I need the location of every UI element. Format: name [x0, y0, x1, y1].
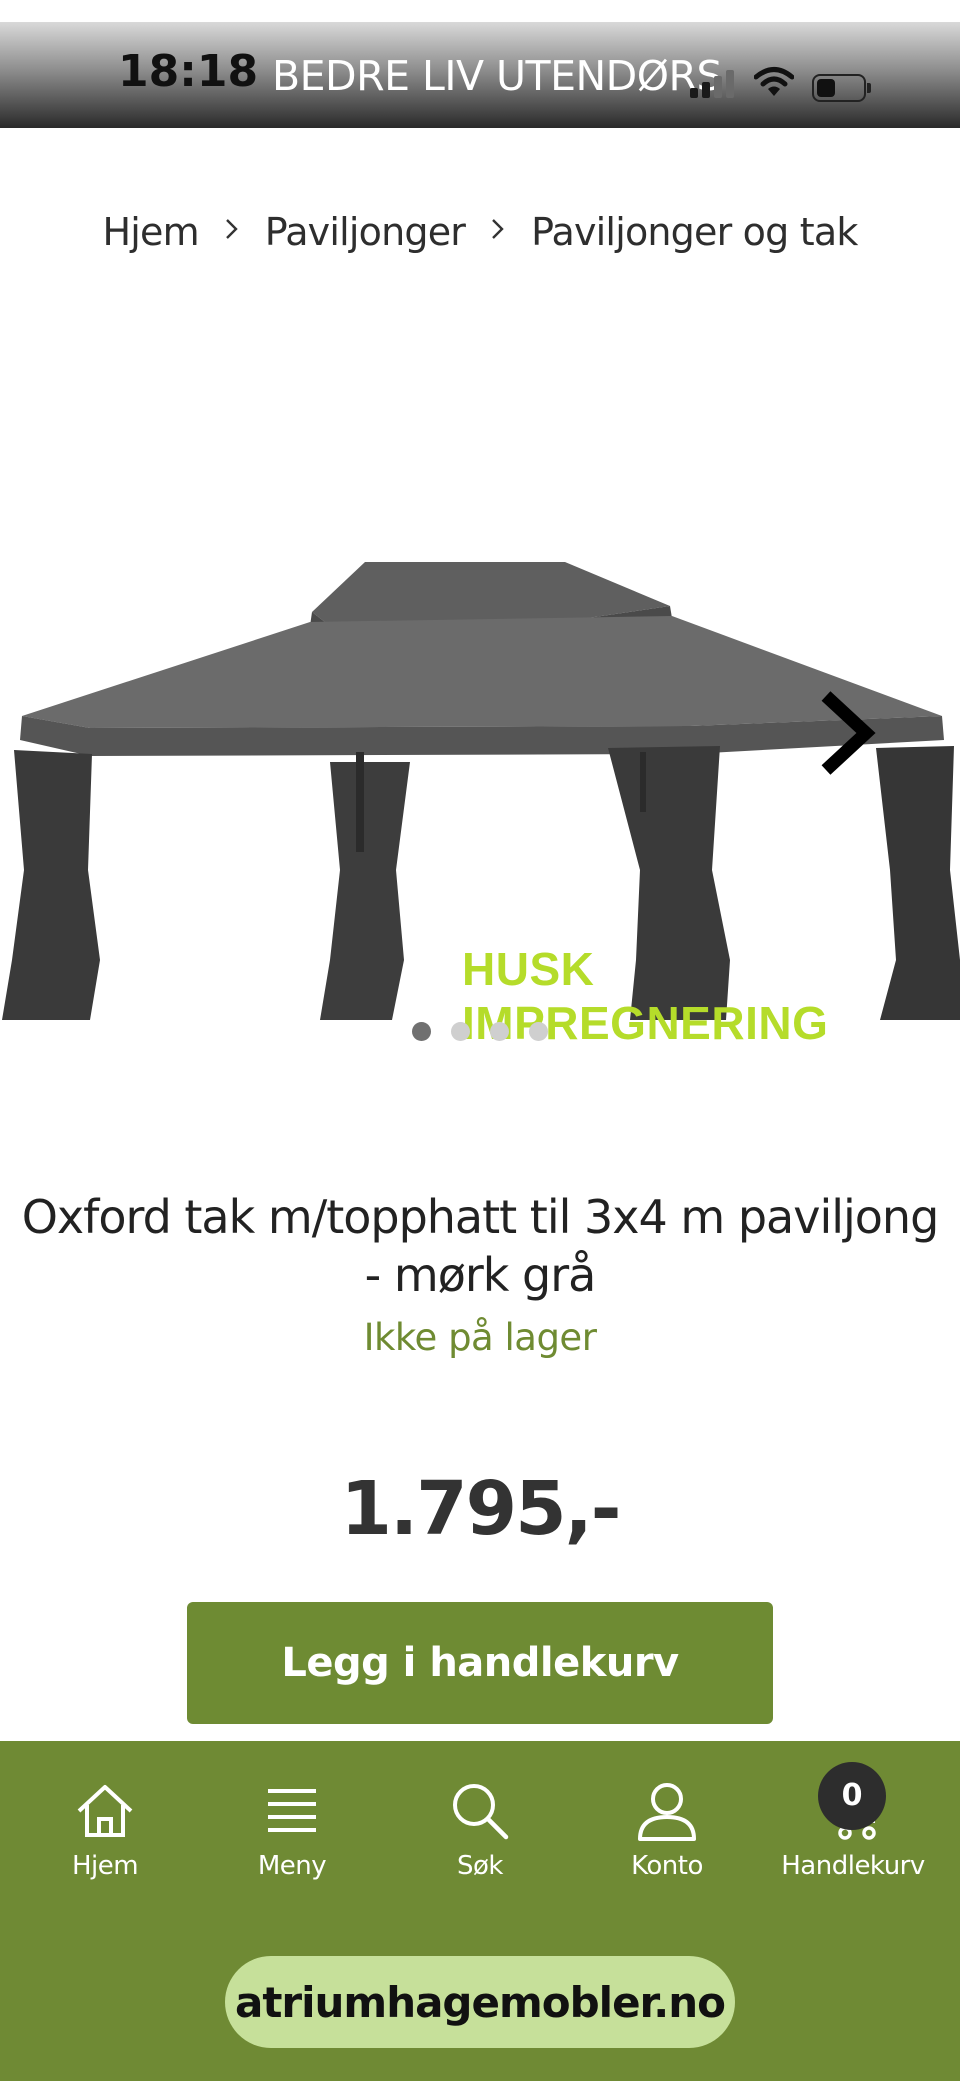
- nav-label-handlekurv: Handlekurv: [781, 1851, 925, 1881]
- chevron-right-icon: [225, 213, 239, 248]
- status-bar: 18:18 BEDRE LIV UTENDØRS: [0, 22, 960, 128]
- user-icon: [638, 1783, 696, 1841]
- carousel-dots: [0, 1022, 960, 1041]
- breadcrumb-paviljonger[interactable]: Paviljonger: [265, 210, 466, 254]
- breadcrumb-home[interactable]: Hjem: [102, 210, 199, 254]
- nav-label-meny: Meny: [257, 1851, 327, 1881]
- nav-item-konto[interactable]: Konto: [577, 1781, 757, 1881]
- product-price: 1.795,-: [340, 1466, 622, 1552]
- breadcrumb: Hjem Paviljonger Paviljonger og tak: [0, 210, 960, 254]
- carousel-dot-4[interactable]: [529, 1022, 548, 1041]
- wifi-icon: [753, 66, 795, 98]
- add-to-cart-button[interactable]: Legg i handlekurv: [187, 1602, 773, 1724]
- nav-item-meny[interactable]: Meny: [202, 1781, 382, 1881]
- nav-item-sok[interactable]: Søk: [390, 1781, 570, 1881]
- status-time: 18:18: [118, 46, 259, 97]
- home-icon: [77, 1785, 133, 1837]
- stock-status: Ikke på lager: [363, 1316, 597, 1359]
- nav-label-sok: Søk: [457, 1851, 503, 1881]
- nav-label-konto: Konto: [631, 1851, 703, 1881]
- battery-icon: [812, 74, 871, 102]
- nav-label-hjem: Hjem: [71, 1851, 139, 1881]
- carousel-next-icon[interactable]: [818, 688, 878, 778]
- carousel-dot-3[interactable]: [490, 1022, 509, 1041]
- menu-icon: [268, 1789, 316, 1832]
- carousel-dot-2[interactable]: [451, 1022, 470, 1041]
- status-title: BEDRE LIV UTENDØRS: [272, 52, 723, 100]
- carousel-dot-1[interactable]: [412, 1022, 431, 1041]
- product-title: Oxford tak m/topphatt til 3x4 m paviljon…: [21, 1190, 940, 1302]
- cellular-signal-icon: [690, 68, 736, 98]
- breadcrumb-paviljonger-og-tak[interactable]: Paviljonger og tak: [531, 210, 858, 254]
- search-icon: [453, 1784, 509, 1840]
- browser-url-bar[interactable]: atriumhagemobler.no: [225, 1956, 735, 2048]
- chevron-right-icon: [491, 213, 505, 248]
- cart-count-badge[interactable]: 0: [818, 1762, 886, 1830]
- nav-item-hjem[interactable]: Hjem: [15, 1781, 195, 1881]
